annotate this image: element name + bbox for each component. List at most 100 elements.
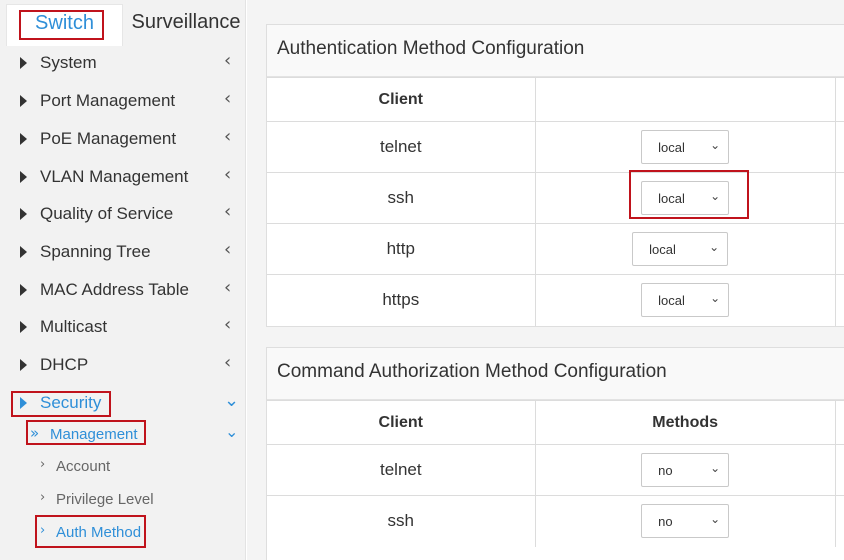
sidebar-item-spanning-tree[interactable]: Spanning Tree ‹: [0, 235, 246, 271]
chevron-down-icon: ⌄: [709, 240, 720, 254]
method-select[interactable]: local ⌄: [641, 181, 730, 215]
triangle-right-icon: [20, 95, 27, 107]
sidebar-item-label: Spanning Tree: [40, 242, 151, 261]
sidebar-leaf-account[interactable]: › Account: [0, 452, 246, 482]
sidebar: Switch Surveillance System ‹ Port Manage…: [0, 0, 246, 560]
chevron-down-icon: ⌄: [225, 422, 239, 441]
method-select[interactable]: local ⌄: [641, 283, 730, 318]
table-row: http local ⌄: [267, 223, 844, 275]
command-authorization-table: Client Methods telnet no ⌄ ssh no ⌄: [267, 400, 844, 547]
method-select[interactable]: local ⌄: [641, 130, 730, 164]
sidebar-item-security[interactable]: Security ⌄: [0, 386, 246, 422]
client-cell: telnet: [267, 121, 536, 173]
extra-cell: [835, 121, 844, 173]
chevron-left-icon: ‹: [224, 352, 232, 373]
select-value: local: [649, 242, 676, 257]
table-row: https local ⌄: [267, 274, 844, 326]
chevron-right-icon: ›: [40, 457, 46, 472]
extra-cell: [835, 444, 844, 496]
tab-switch[interactable]: Switch: [6, 4, 123, 46]
sidebar-item-label: Quality of Service: [40, 204, 174, 223]
extra-cell: [835, 172, 844, 224]
select-value: local: [658, 293, 685, 309]
method-cell: local ⌄: [535, 223, 836, 275]
triangle-right-icon: [20, 284, 27, 296]
tab-surveillance[interactable]: Surveillance: [126, 4, 246, 42]
sidebar-item-port-management[interactable]: Port Management ‹: [0, 84, 246, 120]
select-value: local: [658, 191, 685, 206]
chevron-down-icon: ⌄: [224, 390, 240, 411]
extra-cell: [835, 223, 844, 275]
select-value: no: [658, 514, 673, 530]
sidebar-subitem-management[interactable]: » Management ⌄: [0, 420, 246, 450]
extra-cell: [835, 274, 844, 326]
chevron-left-icon: ‹: [224, 277, 232, 298]
client-cell: ssh: [267, 172, 536, 224]
triangle-right-icon: [20, 57, 27, 69]
sidebar-item-quality-of-service[interactable]: Quality of Service ‹: [0, 197, 246, 233]
sidebar-item-label: Security: [40, 393, 102, 412]
select-value: no: [658, 463, 673, 478]
sidebar-item-multicast[interactable]: Multicast ‹: [0, 310, 246, 346]
sidebar-leaf-label: Account: [56, 458, 111, 475]
chevron-left-icon: ‹: [224, 50, 232, 71]
triangle-right-icon: [20, 208, 27, 220]
method-select[interactable]: no ⌄: [641, 453, 730, 487]
method-cell: no ⌄: [535, 444, 836, 496]
sidebar-leaf-auth-method[interactable]: › Auth Method: [0, 518, 246, 548]
panel-header: Command Authorization Method Configurati…: [267, 348, 844, 400]
sidebar-item-label: Multicast: [40, 317, 108, 336]
chevron-down-icon: ⌄: [710, 189, 721, 203]
method-select[interactable]: no ⌄: [641, 504, 730, 539]
sidebar-item-system[interactable]: System ‹: [0, 46, 246, 82]
method-cell: local ⌄: [535, 172, 836, 224]
column-header-extra: [835, 77, 844, 122]
method-cell: local ⌄: [535, 274, 836, 326]
sidebar-item-label: MAC Address Table: [40, 280, 189, 299]
client-cell: telnet: [267, 444, 536, 496]
double-chevron-right-icon: »: [30, 424, 40, 442]
main-content: Authentication Method Configuration Clie…: [247, 0, 844, 560]
sidebar-item-poe-management[interactable]: PoE Management ‹: [0, 122, 246, 158]
client-cell: https: [267, 274, 536, 326]
triangle-right-icon: [20, 359, 27, 371]
sidebar-leaf-label: Auth Method: [56, 524, 142, 541]
sidebar-item-label: DHCP: [40, 355, 89, 374]
method-cell: no ⌄: [535, 495, 836, 547]
sidebar-item-mac-address-table[interactable]: MAC Address Table ‹: [0, 273, 246, 309]
sidebar-item-label: VLAN Management: [40, 167, 189, 186]
sidebar-item-label: Port Management: [40, 91, 176, 110]
client-cell: http: [267, 223, 536, 275]
sidebar-item-dhcp[interactable]: DHCP ‹: [0, 348, 246, 384]
chevron-down-icon: ⌄: [710, 291, 721, 306]
table-row: telnet no ⌄: [267, 444, 844, 496]
table-row: telnet local ⌄: [267, 121, 844, 173]
column-header-client: Client: [267, 400, 536, 445]
chevron-left-icon: ‹: [224, 314, 232, 335]
panel-header: Authentication Method Configuration: [267, 25, 844, 77]
top-tabs: Switch Surveillance: [0, 0, 245, 46]
method-cell: local ⌄: [535, 121, 836, 173]
triangle-right-icon: [20, 321, 27, 333]
sidebar-item-label: System: [40, 53, 97, 72]
chevron-down-icon: ⌄: [710, 512, 721, 527]
extra-cell: [835, 495, 844, 547]
column-header-methods: [535, 77, 836, 122]
auth-method-panel: Authentication Method Configuration Clie…: [266, 24, 844, 327]
chevron-down-icon: ⌄: [710, 461, 721, 475]
column-header-client: Client: [267, 77, 536, 122]
chevron-left-icon: ‹: [224, 164, 232, 185]
chevron-left-icon: ‹: [224, 126, 232, 147]
sidebar-leaf-privilege-level[interactable]: › Privilege Level: [0, 485, 246, 515]
sidebar-item-vlan-management[interactable]: VLAN Management ‹: [0, 160, 246, 196]
method-select[interactable]: local ⌄: [632, 232, 729, 266]
command-authorization-panel: Command Authorization Method Configurati…: [266, 347, 844, 560]
chevron-left-icon: ‹: [224, 88, 232, 109]
panel-title: Command Authorization Method Configurati…: [277, 361, 667, 382]
sidebar-subitem-label: Management: [50, 426, 138, 443]
triangle-right-icon: [20, 171, 27, 183]
sidebar-leaf-label: Privilege Level: [56, 491, 154, 508]
triangle-right-icon: [20, 246, 27, 258]
chevron-down-icon: ⌄: [710, 138, 721, 152]
chevron-right-icon: ›: [40, 523, 46, 538]
